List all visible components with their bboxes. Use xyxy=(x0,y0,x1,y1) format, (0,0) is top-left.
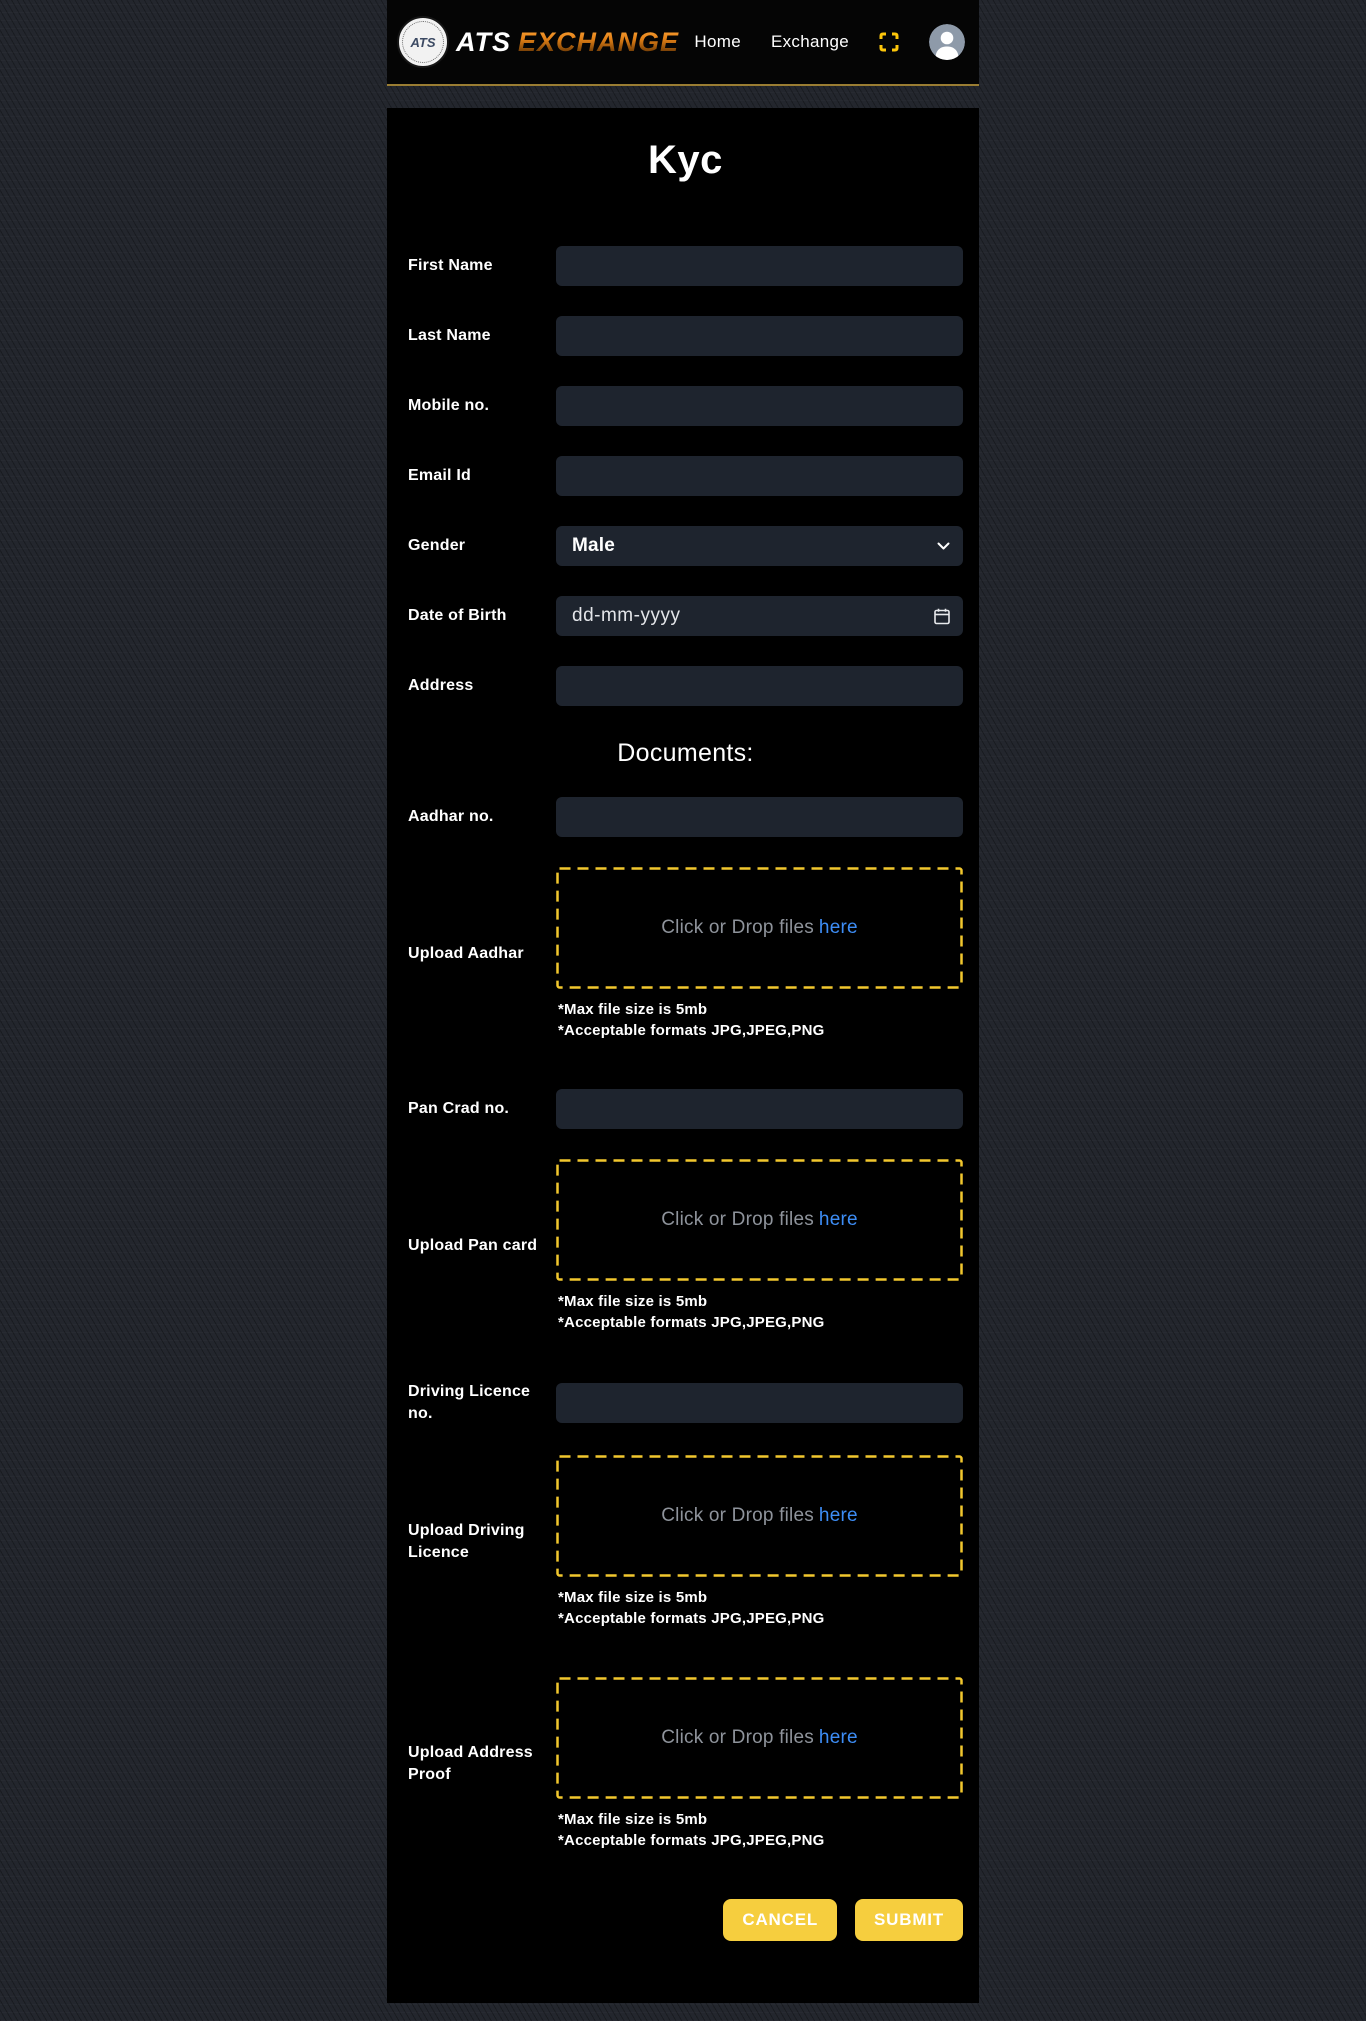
nav-links: Home Exchange xyxy=(694,24,965,60)
last-name-input[interactable] xyxy=(556,316,963,356)
calendar-icon[interactable] xyxy=(934,608,950,625)
brand-badge-text: ATS xyxy=(410,35,435,50)
dropzone-here-link[interactable]: here xyxy=(819,1209,858,1230)
email-row: Email Id xyxy=(408,456,963,496)
brand-name: ATS EXCHANGE xyxy=(456,27,679,58)
pan-number-input[interactable] xyxy=(556,1089,963,1129)
formats-note: *Acceptable formats JPG,JPEG,PNG xyxy=(556,1312,963,1333)
dropzone-text: Click or Drop fileshere xyxy=(661,1209,858,1231)
address-proof-dropzone[interactable]: Click or Drop fileshere xyxy=(556,1677,963,1799)
top-navbar: ATS ATS EXCHANGE Home Exchange xyxy=(387,0,979,86)
address-proof-upload-label: Upload Address Proof xyxy=(408,1742,556,1786)
gender-label: Gender xyxy=(408,535,556,557)
dropzone-here-link[interactable]: here xyxy=(819,1727,858,1748)
pan-number-row: Pan Crad no. xyxy=(408,1089,963,1129)
pan-dropzone[interactable]: Click or Drop fileshere xyxy=(556,1159,963,1281)
email-input[interactable] xyxy=(556,456,963,496)
aadhar-number-input[interactable] xyxy=(556,797,963,837)
driving-licence-upload-label: Upload Driving Licence xyxy=(408,1520,556,1564)
address-proof-upload-row: Upload Address Proof Click or Drop files… xyxy=(408,1677,963,1851)
max-size-note: *Max file size is 5mb xyxy=(556,1809,963,1830)
pan-upload-row: Upload Pan card Click or Drop fileshere … xyxy=(408,1159,963,1333)
dob-label: Date of Birth xyxy=(408,605,556,627)
aadhar-number-label: Aadhar no. xyxy=(408,806,556,828)
documents-heading: Documents: xyxy=(408,736,963,771)
brand-name-secondary: EXCHANGE xyxy=(518,27,679,58)
dropzone-text: Click or Drop fileshere xyxy=(661,917,858,939)
driving-licence-dropzone[interactable]: Click or Drop fileshere xyxy=(556,1455,963,1577)
driving-licence-upload-row: Upload Driving Licence Click or Drop fil… xyxy=(408,1455,963,1629)
dropzone-text: Click or Drop fileshere xyxy=(661,1727,858,1749)
aadhar-dropzone[interactable]: Click or Drop fileshere xyxy=(556,867,963,989)
max-size-note: *Max file size is 5mb xyxy=(556,999,963,1020)
formats-note: *Acceptable formats JPG,JPEG,PNG xyxy=(556,1830,963,1851)
email-label: Email Id xyxy=(408,465,556,487)
address-input[interactable] xyxy=(556,666,963,706)
pan-number-label: Pan Crad no. xyxy=(408,1098,556,1120)
first-name-row: First Name xyxy=(408,246,963,286)
last-name-row: Last Name xyxy=(408,316,963,356)
user-avatar[interactable] xyxy=(929,24,965,60)
driving-licence-number-input[interactable] xyxy=(556,1383,963,1423)
pan-upload-label: Upload Pan card xyxy=(408,1235,556,1257)
dropzone-here-link[interactable]: here xyxy=(819,917,858,938)
brand-name-primary: ATS xyxy=(456,27,511,58)
gender-select[interactable]: Male xyxy=(556,526,963,566)
max-size-note: *Max file size is 5mb xyxy=(556,1291,963,1312)
formats-note: *Acceptable formats JPG,JPEG,PNG xyxy=(556,1020,963,1041)
cancel-button[interactable]: CANCEL xyxy=(723,1899,837,1941)
dropzone-text: Click or Drop fileshere xyxy=(661,1505,858,1527)
formats-note: *Acceptable formats JPG,JPEG,PNG xyxy=(556,1608,963,1629)
brand-logo[interactable]: ATS ATS EXCHANGE xyxy=(397,16,679,68)
first-name-input[interactable] xyxy=(556,246,963,286)
first-name-label: First Name xyxy=(408,255,556,277)
nav-link-exchange[interactable]: Exchange xyxy=(771,32,849,52)
aadhar-upload-row: Upload Aadhar Click or Drop fileshere *M… xyxy=(408,867,963,1041)
submit-button[interactable]: SUBMIT xyxy=(855,1899,963,1941)
gender-selected-value: Male xyxy=(572,535,615,557)
page-title: Kyc xyxy=(408,136,963,184)
gender-row: Gender Male xyxy=(408,526,963,566)
driving-licence-number-row: Driving Licence no. xyxy=(408,1381,963,1425)
address-row: Address xyxy=(408,666,963,706)
dob-row: Date of Birth dd-mm-yyyy xyxy=(408,596,963,636)
form-actions: CANCEL SUBMIT xyxy=(408,1899,963,1941)
driving-licence-number-label: Driving Licence no. xyxy=(408,1381,556,1425)
dob-input[interactable]: dd-mm-yyyy xyxy=(556,596,963,636)
nav-link-home[interactable]: Home xyxy=(694,32,741,52)
mobile-input[interactable] xyxy=(556,386,963,426)
fullscreen-icon[interactable] xyxy=(879,32,899,52)
dob-placeholder: dd-mm-yyyy xyxy=(572,605,680,627)
max-size-note: *Max file size is 5mb xyxy=(556,1587,963,1608)
brand-badge-icon: ATS xyxy=(397,16,449,68)
mobile-label: Mobile no. xyxy=(408,395,556,417)
dropzone-here-link[interactable]: here xyxy=(819,1505,858,1526)
aadhar-upload-label: Upload Aadhar xyxy=(408,943,556,965)
aadhar-number-row: Aadhar no. xyxy=(408,797,963,837)
mobile-row: Mobile no. xyxy=(408,386,963,426)
address-label: Address xyxy=(408,675,556,697)
chevron-down-icon xyxy=(937,542,950,550)
kyc-card: Kyc First Name Last Name Mobile no. Emai… xyxy=(387,108,979,2003)
last-name-label: Last Name xyxy=(408,325,556,347)
